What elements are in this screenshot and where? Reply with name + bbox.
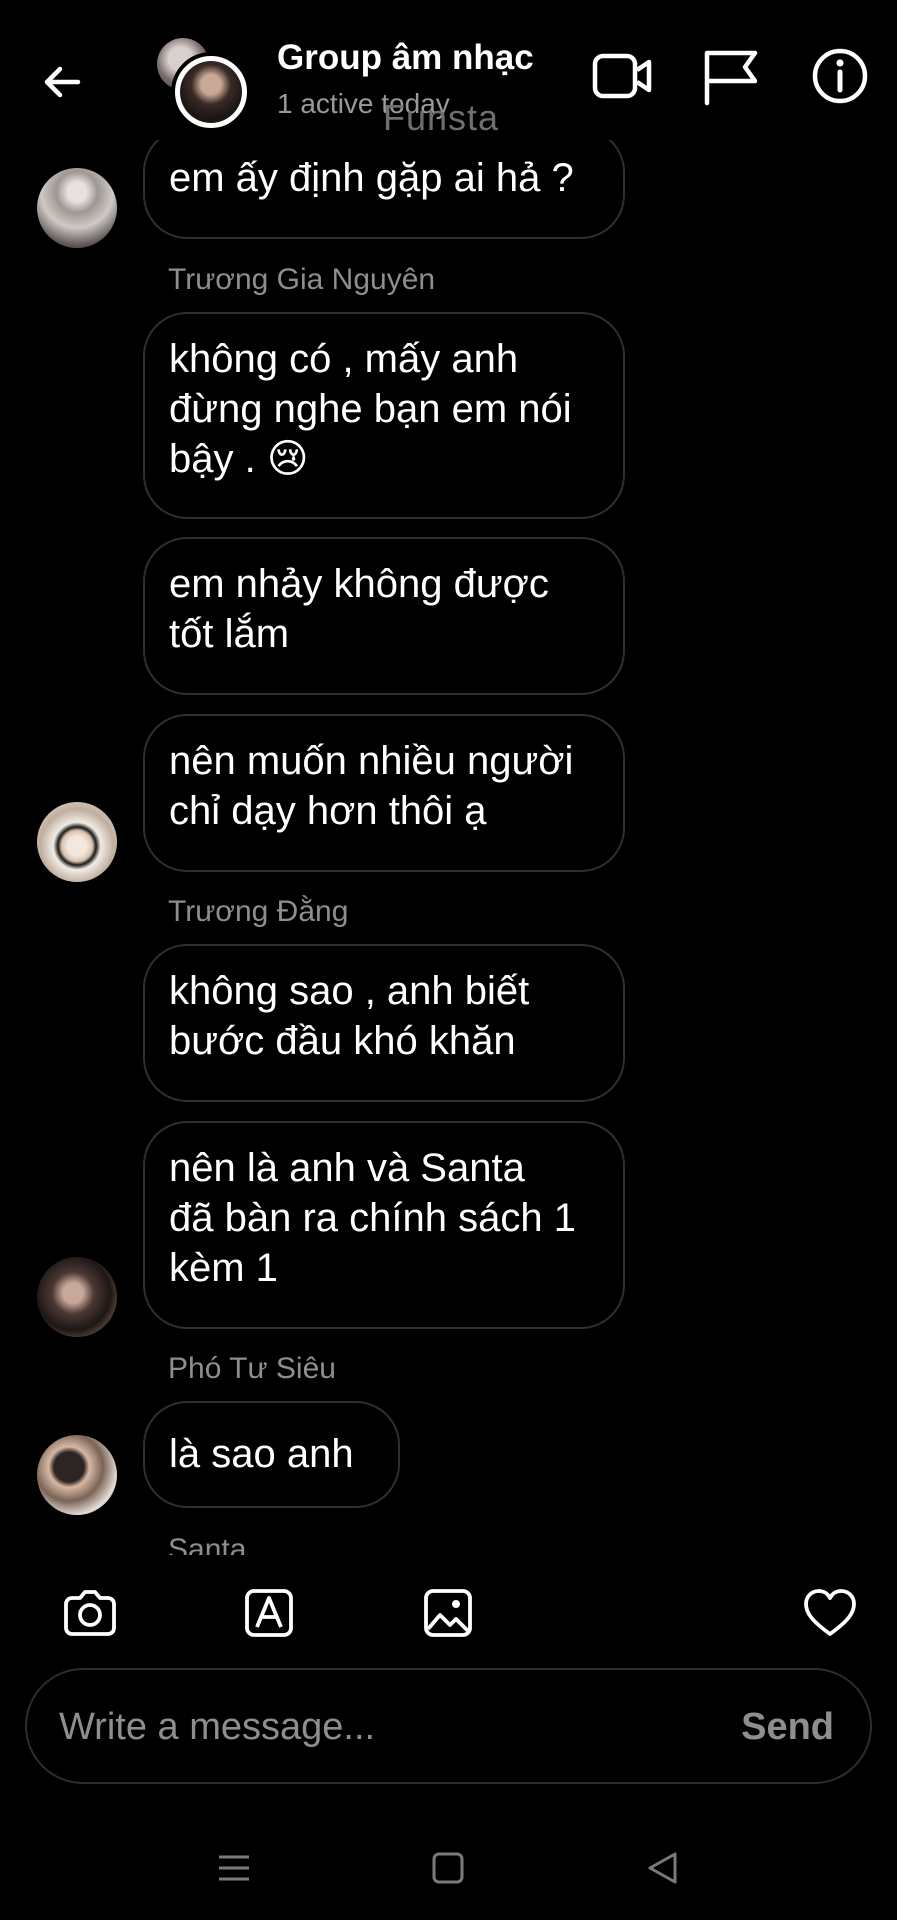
message-text: em ấy định gặp ai hả ?: [169, 156, 574, 200]
message-bubble[interactable]: là sao anh: [143, 1401, 400, 1508]
sender-name: Phó Tư Siêu: [168, 1352, 336, 1385]
message-text: đừng nghe bạn em nói: [169, 387, 572, 431]
nav-menu-button[interactable]: [204, 1838, 264, 1898]
flag-icon: [704, 50, 758, 106]
send-button[interactable]: Send: [741, 1706, 834, 1749]
sticker-button[interactable]: [239, 1583, 299, 1643]
camera-icon: [64, 1590, 116, 1636]
message-input[interactable]: [57, 1670, 701, 1784]
nav-back-button[interactable]: [632, 1838, 692, 1898]
message-bubble[interactable]: không sao , anh biết bước đầu khó khăn: [143, 944, 625, 1102]
triangle-back-icon: [648, 1852, 677, 1884]
group-title[interactable]: Group âm nhạc: [277, 38, 534, 78]
avatar[interactable]: [37, 1435, 117, 1515]
report-button[interactable]: [696, 44, 764, 110]
sender-name: Santa: [168, 1533, 247, 1555]
back-button[interactable]: [30, 50, 94, 114]
video-call-button[interactable]: [588, 44, 658, 108]
camera-button[interactable]: [60, 1583, 120, 1643]
message-text: không có , mấy anh: [169, 337, 519, 381]
message-bubble[interactable]: nên muốn nhiều người chỉ dạy hơn thôi ạ: [143, 714, 625, 872]
chat-header: Group âm nhạc 1 active today Funsta: [0, 0, 897, 150]
home-square-icon: [432, 1852, 464, 1884]
sticker-icon: [245, 1589, 293, 1637]
menu-icon: [219, 1855, 249, 1881]
message-bubble[interactable]: em ấy định gặp ai hả ?: [143, 140, 625, 239]
group-avatar-front: [171, 52, 251, 132]
message-bubble[interactable]: em nhảy không được tốt lắm: [143, 537, 625, 695]
message-text: kèm 1: [169, 1246, 278, 1290]
message-text: nên là anh và Santa: [169, 1146, 525, 1190]
message-text: đã bàn ra chính sách 1: [169, 1196, 576, 1240]
heart-icon: [804, 1589, 856, 1636]
message-text: bước đầu khó khăn: [169, 1019, 516, 1063]
avatar[interactable]: [37, 802, 117, 882]
group-avatar[interactable]: [155, 36, 251, 132]
like-button[interactable]: [800, 1583, 860, 1643]
watermark-text: Funsta: [383, 97, 500, 138]
image-icon: [424, 1589, 472, 1637]
avatar[interactable]: [37, 168, 117, 248]
avatar[interactable]: [37, 1257, 117, 1337]
message-text: nên muốn nhiều người: [169, 739, 574, 783]
message-text: tốt lắm: [169, 612, 290, 656]
message-text: em nhảy không được: [169, 562, 549, 606]
nav-home-button[interactable]: [418, 1838, 478, 1898]
video-camera-icon: [592, 53, 652, 99]
arrow-left-icon: [44, 66, 81, 98]
message-bubble[interactable]: nên là anh và Santa đã bàn ra chính sách…: [143, 1121, 625, 1329]
message-text: là sao anh: [169, 1432, 354, 1476]
message-bubble[interactable]: không có , mấy anh đừng nghe bạn em nói …: [143, 312, 625, 519]
info-icon: [812, 48, 868, 104]
sender-name: Trương Đằng: [168, 895, 349, 928]
sender-name: Trương Gia Nguyên: [168, 263, 436, 296]
gallery-button[interactable]: [418, 1583, 478, 1643]
info-button[interactable]: [808, 44, 872, 108]
message-list[interactable]: em ấy định gặp ai hả ? Trương Gia Nguyên…: [0, 140, 897, 1555]
message-text: không sao , anh biết: [169, 969, 530, 1013]
message-text: chỉ dạy hơn thôi ạ: [169, 789, 487, 833]
message-text: bậy . 😢: [169, 437, 309, 481]
message-composer: Send: [25, 1668, 872, 1784]
